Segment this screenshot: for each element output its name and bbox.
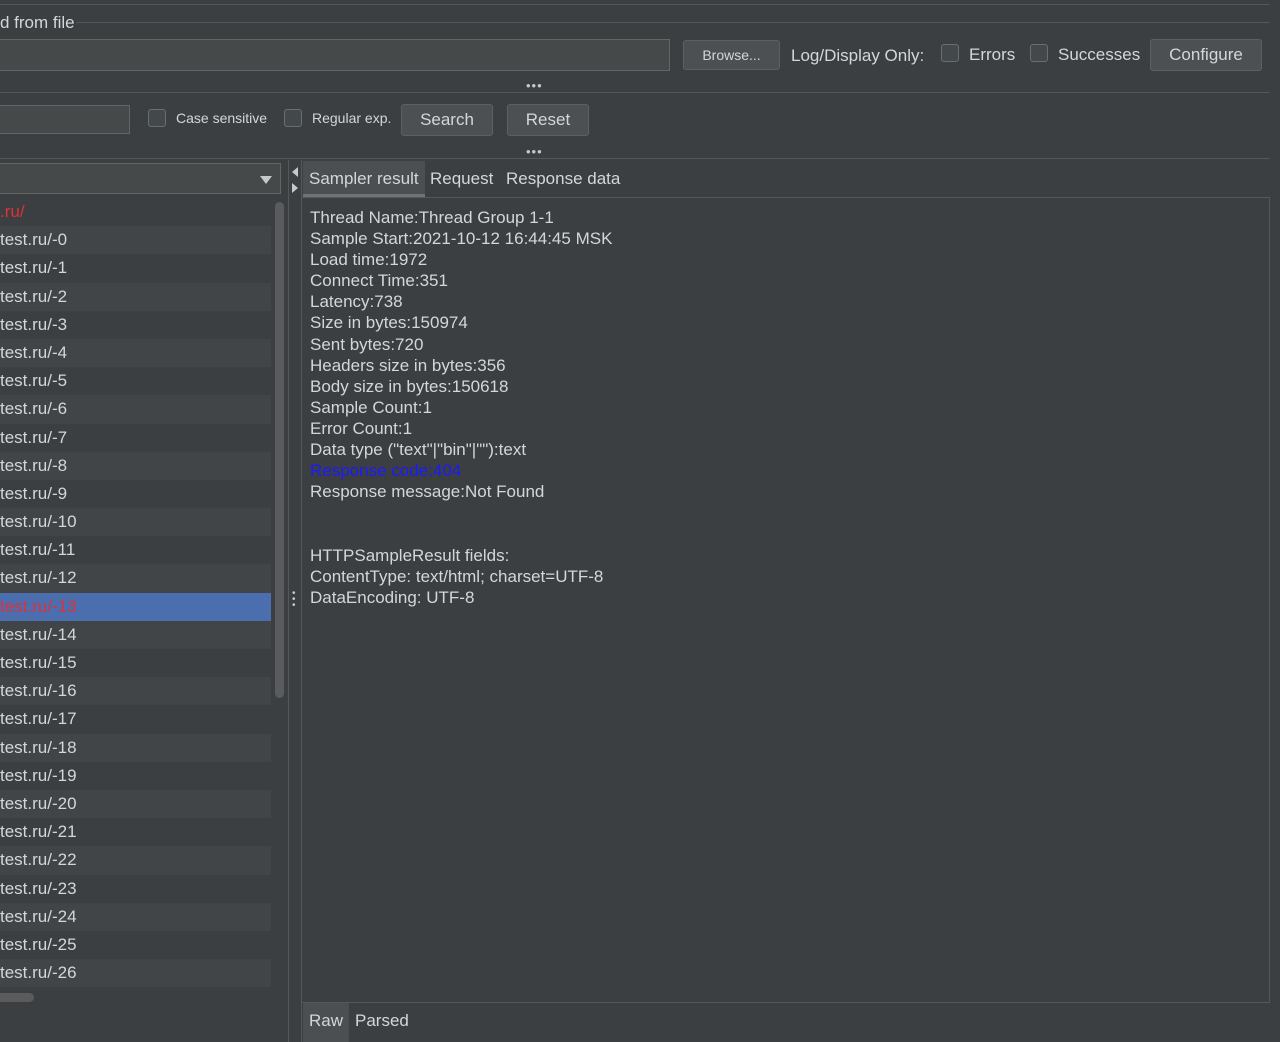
response-code-line: Response code:404	[310, 461, 462, 481]
tree-item[interactable]: test.ru/-21	[0, 818, 271, 846]
result-line: DataEncoding: UTF-8	[310, 587, 475, 607]
splitter-handle-middle[interactable]: •••	[526, 145, 543, 158]
tree-item[interactable]: test.ru/-25	[0, 931, 271, 959]
filename-input[interactable]	[0, 39, 670, 71]
tree-item[interactable]: test.ru/-5	[0, 367, 271, 395]
renderer-dropdown[interactable]	[0, 163, 281, 194]
tree-item[interactable]: test.ru/-11	[0, 536, 271, 564]
result-line: Headers size in bytes:356	[310, 355, 506, 375]
chevron-down-icon	[260, 176, 272, 184]
tab-parsed[interactable]: Parsed	[349, 1003, 415, 1039]
result-line: Response message:Not Found	[310, 482, 545, 502]
tree-item[interactable]: test.ru/-18	[0, 733, 271, 762]
tree-item[interactable]: test.ru/-3	[0, 311, 271, 339]
result-line: ContentType: text/html; charset=UTF-8	[310, 566, 604, 586]
tabs-underline	[302, 197, 1270, 198]
result-line	[310, 523, 612, 544]
browse-button[interactable]: Browse...	[683, 40, 780, 70]
result-line: Data type ("text"|"bin"|""):text	[310, 440, 527, 460]
case-sensitive-checkbox[interactable]	[148, 109, 166, 127]
tree-item[interactable]: test.ru/-15	[0, 649, 271, 677]
tab-request[interactable]: Request	[424, 161, 499, 197]
regular-exp-label: Regular exp.	[312, 110, 392, 126]
splitter-handle-top[interactable]: •••	[526, 79, 543, 92]
bottom-tabs-border	[302, 1002, 1270, 1003]
split-pane-divider-left	[288, 160, 289, 1042]
tree-item[interactable]: test.ru/-4	[0, 338, 271, 368]
split-pane-divider-right	[301, 160, 302, 1042]
collapse-left-arrow-icon[interactable]	[292, 167, 298, 177]
tree-item[interactable]: test.ru/-2	[0, 282, 271, 311]
tree-item[interactable]: test.ru/-6	[0, 395, 271, 424]
tree-item[interactable]: test.ru/-13	[0, 592, 271, 621]
tree-item[interactable]: test.ru/-8	[0, 451, 271, 480]
tree-item[interactable]: test.ru/-22	[0, 846, 271, 875]
file-section-legend: d from file	[0, 13, 75, 32]
tab-response-data[interactable]: Response data	[500, 161, 626, 197]
tree-item[interactable]: test.ru/-17	[0, 705, 271, 733]
result-tree[interactable]: .ru/test.ru/-0 test.ru/-1 test.ru/-2 test.r…	[0, 198, 271, 988]
result-line: Sample Start:2021-10-12 16:44:45 MSK	[310, 229, 613, 249]
tree-item[interactable]: test.ru/-16	[0, 677, 271, 706]
result-line: Latency:738	[310, 292, 403, 312]
result-area-right-border	[1269, 198, 1270, 1002]
tree-item[interactable]: test.ru/-9	[0, 480, 271, 508]
configure-button[interactable]: Configure	[1150, 39, 1262, 71]
tree-item[interactable]: test.ru/-20	[0, 789, 271, 819]
successes-checkbox[interactable]	[1030, 44, 1048, 62]
tree-item[interactable]: test.ru/-26	[0, 959, 271, 988]
result-line	[310, 502, 612, 523]
reset-button[interactable]: Reset	[507, 104, 589, 136]
result-line: Sent bytes:720	[310, 334, 424, 354]
result-line: Body size in bytes:150618	[310, 376, 509, 396]
split-pane-grip-icon[interactable]: • • •	[292, 589, 296, 611]
tree-item[interactable]: test.ru/-23	[0, 875, 271, 903]
splitter-line-top	[0, 92, 1270, 93]
errors-checkbox[interactable]	[941, 44, 959, 62]
result-line: Connect Time:351	[310, 271, 448, 291]
tree-item[interactable]: test.ru/-10	[0, 508, 271, 537]
tree-item[interactable]: test.ru/-12	[0, 564, 271, 593]
result-line: Sample Count:1	[310, 397, 432, 417]
search-input[interactable]	[0, 105, 130, 134]
tab-sampler-result[interactable]: Sampler result	[303, 161, 425, 197]
result-line: Thread Name:Thread Group 1-1	[310, 208, 554, 227]
tree-item[interactable]: test.ru/-1	[0, 254, 271, 282]
result-line: Size in bytes:150974	[310, 313, 468, 333]
result-line: HTTPSampleResult fields:	[310, 545, 510, 565]
sampler-result-text[interactable]: Thread Name:Thread Group 1-1 Sample Start…	[310, 207, 612, 608]
splitter-line-middle	[0, 158, 1270, 159]
result-line: Load time:1972	[310, 250, 428, 270]
tree-item[interactable]: test.ru/-0	[0, 226, 271, 255]
tree-item[interactable]: .ru/	[0, 198, 271, 226]
tree-item[interactable]: test.ru/-24	[0, 902, 271, 931]
tree-vertical-scrollbar[interactable]	[275, 202, 284, 698]
search-button[interactable]: Search	[401, 104, 493, 136]
file-section-border	[76, 22, 1270, 23]
log-display-only-label: Log/Display Only:	[791, 46, 925, 65]
case-sensitive-label: Case sensitive	[176, 110, 268, 126]
regular-exp-checkbox[interactable]	[284, 109, 302, 127]
tab-raw[interactable]: Raw	[303, 1003, 350, 1042]
successes-label: Successes	[1058, 45, 1141, 64]
tree-horizontal-scrollbar[interactable]	[0, 993, 34, 1002]
top-border	[0, 4, 1270, 5]
result-line: Error Count:1	[310, 418, 413, 438]
tree-item[interactable]: test.ru/-7	[0, 424, 271, 452]
tree-item[interactable]: test.ru/-14	[0, 620, 271, 649]
expand-right-arrow-icon[interactable]	[292, 183, 298, 193]
tree-item[interactable]: test.ru/-19	[0, 762, 271, 790]
errors-label: Errors	[969, 45, 1016, 64]
